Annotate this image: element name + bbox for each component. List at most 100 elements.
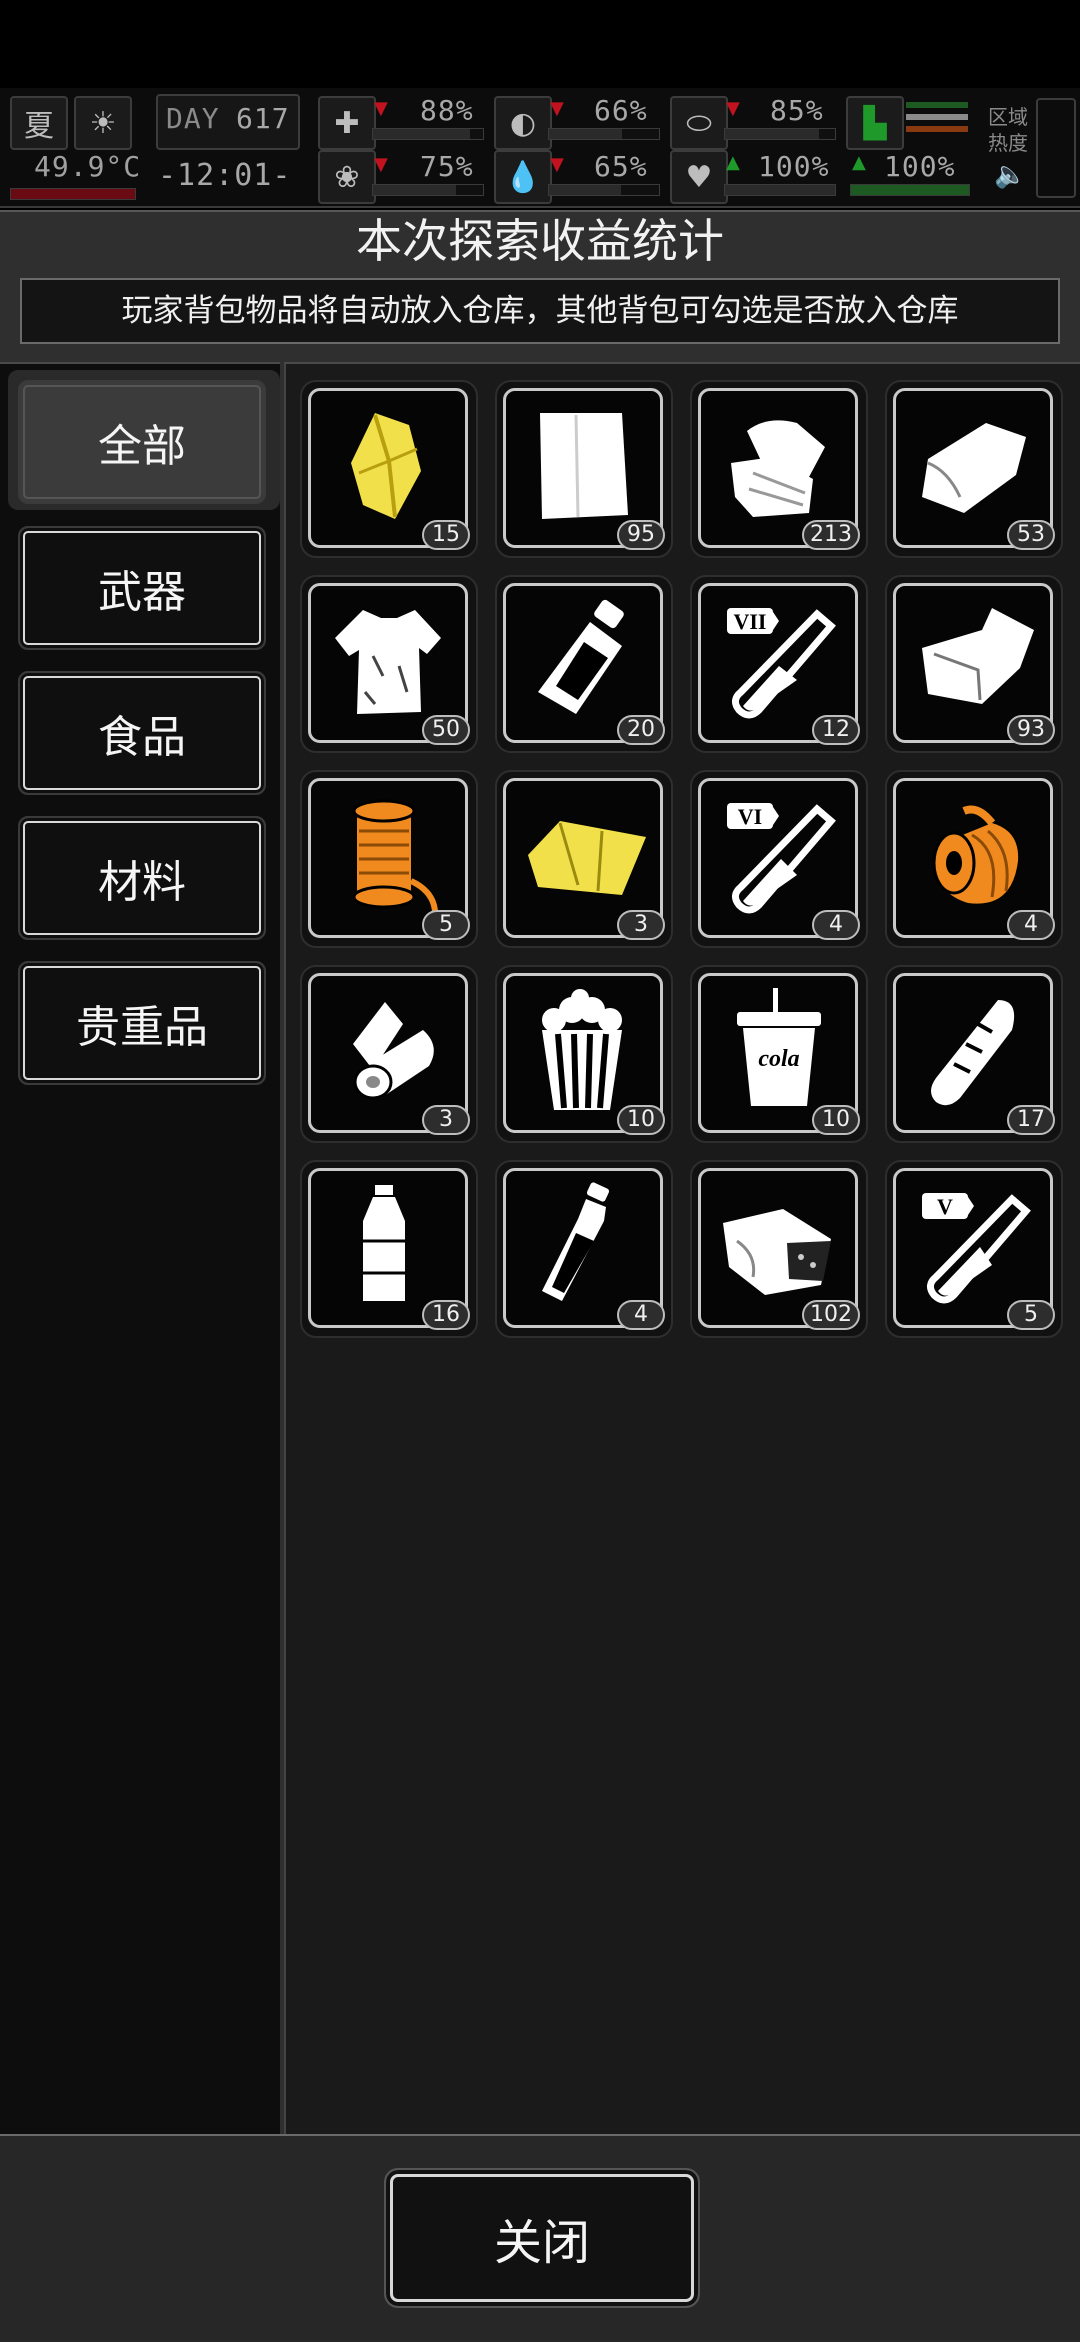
test-tube-icon: VII [727, 608, 836, 719]
cloth-icon [922, 423, 1026, 513]
item-slot-leaf[interactable]: 15 [300, 380, 478, 558]
category-all[interactable]: 全部 [18, 380, 266, 504]
item-count: 4 [1007, 910, 1055, 940]
medkit-icon: ✚ [318, 96, 376, 150]
item-slot-test-tube-vii[interactable]: VII 12 [690, 575, 868, 753]
stomach-icon: ◐ [494, 96, 552, 150]
season-label: 夏 [24, 109, 54, 144]
item-count: 4 [812, 910, 860, 940]
paper-icon [540, 413, 628, 519]
energy-trend-icon: ▼ [726, 98, 740, 119]
cola-label: cola [758, 1046, 799, 1072]
mood-trend-icon: ▲ [726, 152, 740, 173]
item-slot-water-bottle[interactable]: 16 [300, 1160, 478, 1338]
tube-badge: VI [738, 804, 762, 829]
hunger-trend-icon: ▼ [550, 98, 564, 119]
water-drop-icon: 💧 [494, 150, 552, 204]
temperature-readout: 49.9°C [34, 150, 142, 183]
tarp-icon [528, 821, 646, 895]
thirst-trend-icon: ▼ [550, 154, 564, 175]
item-slot-rag[interactable]: 93 [885, 575, 1063, 753]
category-food[interactable]: 食品 [18, 671, 266, 795]
hunger-bar [548, 128, 660, 140]
item-count: 102 [802, 1300, 860, 1330]
panel-title: 本次探索收益统计 [356, 214, 724, 268]
speaker-icon[interactable]: 🔈 [994, 160, 1026, 190]
rag-icon [922, 608, 1034, 704]
item-count: 3 [422, 1105, 470, 1135]
water-bottle-icon [363, 1185, 405, 1301]
notice-text: 玩家背包物品将自动放入仓库，其他背包可勾选是否放入仓库 [20, 278, 1060, 344]
season-icon: 夏 [10, 96, 68, 150]
stamina-value: 100% [884, 150, 956, 183]
item-slot-test-tube-v[interactable]: V 5 [885, 1160, 1063, 1338]
stamina-line-3 [906, 126, 968, 132]
item-count: 10 [812, 1105, 860, 1135]
energy-bar [724, 128, 836, 140]
day-label: DAY [166, 102, 220, 135]
tube-badge: VII [733, 609, 766, 634]
item-slot-tarp[interactable]: 3 [495, 770, 673, 948]
day-value: 617 [236, 102, 290, 135]
region-heat-label: 区域热度 [988, 105, 1028, 155]
energy-value: 85% [770, 94, 824, 127]
item-slot-milk-bottle[interactable]: 4 [495, 1160, 673, 1338]
item-slot-energy-gel[interactable]: 20 [495, 575, 673, 753]
item-slot-bread[interactable]: 17 [885, 965, 1063, 1143]
clock-readout: -12:01- [158, 158, 292, 193]
item-slot-torn-shirt[interactable]: 50 [300, 575, 478, 753]
item-count: 50 [422, 715, 470, 745]
sanity-trend-icon: ▼ [374, 154, 388, 175]
pill-icon: ⬭ [670, 96, 728, 150]
item-slot-popcorn[interactable]: 10 [495, 965, 673, 1143]
popcorn-icon [542, 989, 622, 1110]
category-valuables[interactable]: 贵重品 [18, 961, 266, 1085]
bandage-roll-icon [353, 1002, 434, 1100]
item-count: 16 [422, 1300, 470, 1330]
heart-icon: ♥ [670, 150, 728, 204]
item-count: 3 [617, 910, 665, 940]
stamina-line-1 [906, 102, 968, 108]
torn-shirt-icon [335, 610, 441, 714]
thirst-bar [548, 184, 660, 196]
item-count: 20 [617, 715, 665, 745]
hunger-value: 66% [594, 94, 648, 127]
milk-bottle-icon [542, 1182, 610, 1301]
ration-pack-icon [723, 1209, 831, 1295]
cola-cup-icon: cola [737, 988, 821, 1106]
mood-bar [724, 184, 836, 196]
region-heat-meter [1036, 98, 1076, 198]
item-count: 4 [617, 1300, 665, 1330]
item-slot-hose[interactable]: 4 [885, 770, 1063, 948]
item-slot-rope-spool[interactable]: 5 [300, 770, 478, 948]
test-tube-icon: VI [727, 803, 836, 914]
leaf-icon [351, 413, 421, 519]
category-weapons[interactable]: 武器 [18, 526, 266, 650]
item-count: 95 [617, 520, 665, 550]
boot-icon: ▙ [846, 96, 904, 150]
close-button[interactable]: 关闭 [384, 2168, 700, 2308]
stamina-line-2 [906, 114, 968, 120]
item-count: 12 [812, 715, 860, 745]
item-slot-cola[interactable]: cola 10 [690, 965, 868, 1143]
item-count: 93 [1007, 715, 1055, 745]
item-count: 53 [1007, 520, 1055, 550]
item-slot-bandage-roll[interactable]: 3 [300, 965, 478, 1143]
item-slot-cloth[interactable]: 53 [885, 380, 1063, 558]
tube-badge: V [937, 1194, 953, 1219]
sun-icon: ☀ [74, 96, 132, 150]
health-value: 88% [420, 94, 474, 127]
test-tube-icon: V [922, 1193, 1031, 1304]
sanity-bar [372, 184, 484, 196]
item-count: 213 [802, 520, 860, 550]
item-slot-paper[interactable]: 95 [495, 380, 673, 558]
item-slot-ration-pack[interactable]: 102 [690, 1160, 868, 1338]
folded-cloth-icon [731, 420, 825, 517]
item-count: 5 [1007, 1300, 1055, 1330]
item-slot-folded-cloth[interactable]: 213 [690, 380, 868, 558]
brain-icon: ❀ [318, 150, 376, 204]
item-slot-test-tube-vi[interactable]: VI 4 [690, 770, 868, 948]
category-materials[interactable]: 材料 [18, 816, 266, 940]
hose-icon [932, 805, 1019, 904]
item-count: 10 [617, 1105, 665, 1135]
